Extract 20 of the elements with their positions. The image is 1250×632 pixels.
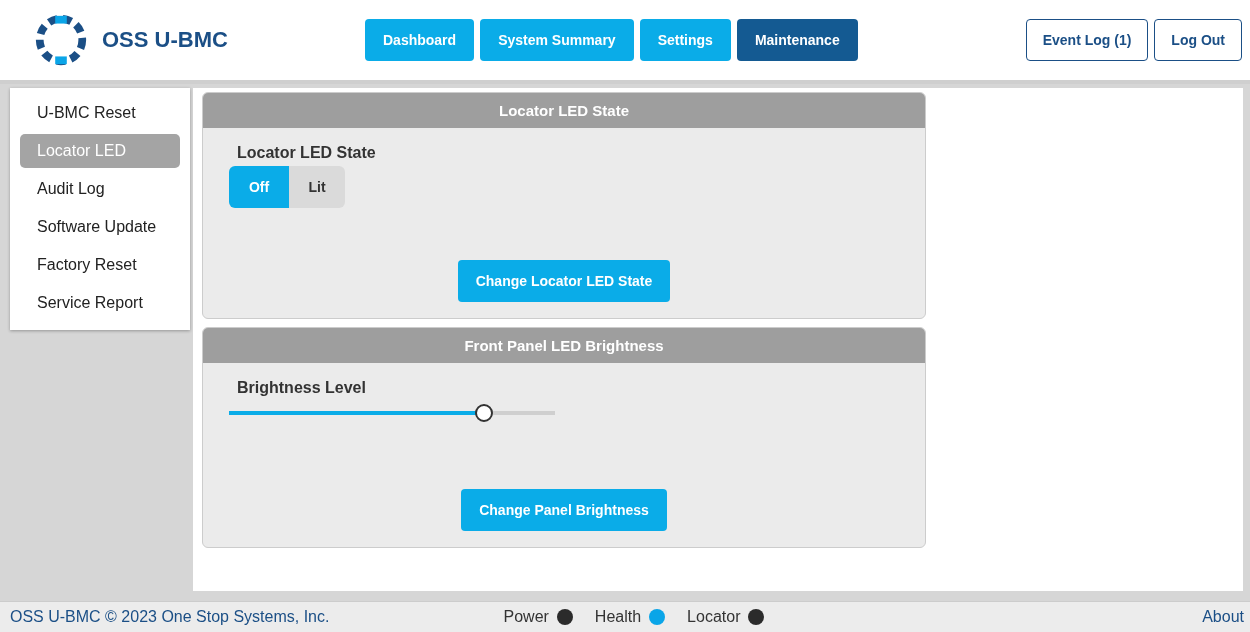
sidebar-item[interactable]: Service Report (20, 286, 180, 320)
indicator-label: Locator (687, 608, 741, 626)
panel-title: Locator LED State (203, 93, 925, 128)
toggle-option[interactable]: Lit (289, 166, 345, 208)
copyright-text: OSS U-BMC © 2023 One Stop Systems, Inc. (10, 608, 331, 626)
sidebar-item[interactable]: Audit Log (20, 172, 180, 206)
brightness-slider[interactable] (229, 404, 555, 422)
header-button[interactable]: Log Out (1154, 19, 1242, 61)
sidebar-item[interactable]: Software Update (20, 210, 180, 244)
header-button[interactable]: Event Log (1) (1025, 19, 1149, 61)
app-title: OSS U-BMC (102, 27, 228, 53)
field-label: Locator LED State (237, 144, 377, 162)
about-link[interactable]: About (824, 608, 1244, 626)
indicator-label: Health (594, 608, 642, 626)
indicator-label: Power (503, 608, 549, 626)
panel-title: Front Panel LED Brightness (203, 328, 925, 363)
field-label: Brightness Level (237, 379, 367, 397)
sidebar-item[interactable]: Factory Reset (20, 248, 180, 282)
sidebar-item[interactable]: U-BMC Reset (20, 96, 180, 130)
nav-tab[interactable]: Maintenance (736, 19, 858, 61)
